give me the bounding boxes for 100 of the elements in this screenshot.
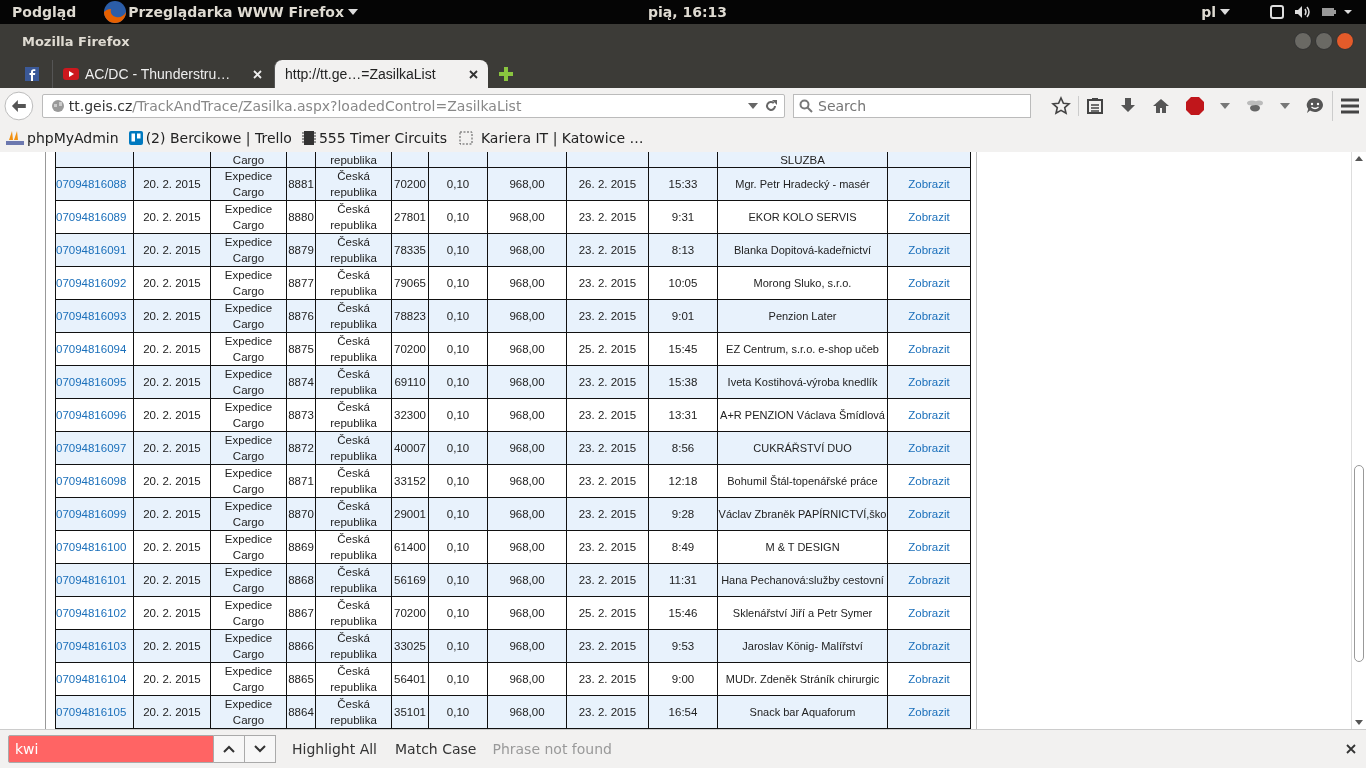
show-link[interactable]: Zobrazit (908, 508, 950, 520)
table-cell-text: Hana Pechanová:služby cestovní (720, 573, 885, 588)
table-cell: 23. 2. 2015 (578, 277, 637, 289)
find-previous-button[interactable] (214, 735, 245, 763)
table-cell: 9:31 (671, 211, 695, 223)
table-cell: 78823 (394, 310, 426, 322)
star-icon[interactable] (1051, 95, 1071, 116)
table-cell: 8:56 (671, 442, 695, 454)
battery-icon[interactable] (1322, 7, 1354, 17)
speech-smiley-icon[interactable] (1305, 95, 1325, 116)
table-cell: 70200 (394, 607, 426, 619)
reload-icon[interactable] (764, 98, 778, 113)
table-cell: 0,10 (446, 277, 470, 289)
window-indicator-icon[interactable] (1270, 5, 1284, 19)
close-button[interactable] (1336, 32, 1354, 50)
dropdown-caret-icon[interactable] (1220, 9, 1230, 15)
table-cell: 20. 2. 2015 (143, 310, 201, 322)
scrollbar[interactable] (1351, 152, 1366, 729)
table-cell: 16:54 (668, 706, 698, 718)
table-cell: 13:31 (668, 409, 698, 421)
table-cell: 23. 2. 2015 (578, 574, 637, 586)
clipboard-list-icon[interactable] (1086, 96, 1104, 115)
stop-sign-icon[interactable] (1185, 95, 1205, 116)
bookmark-item[interactable]: 555 Timer Circuits (301, 129, 447, 146)
table-cell: 0,10 (446, 640, 470, 652)
table-cell: Expedice Cargo (224, 434, 273, 462)
show-link[interactable]: Zobrazit (908, 541, 950, 553)
table-cell: 20. 2. 2015 (143, 244, 201, 256)
show-link[interactable]: Zobrazit (908, 673, 950, 685)
show-link[interactable]: Zobrazit (908, 244, 950, 256)
table-cell: 61400 (394, 541, 426, 553)
table-cell: 968,00 (509, 673, 545, 685)
show-link[interactable]: Zobrazit (908, 376, 950, 388)
table-cell: Expedice Cargo (224, 203, 273, 231)
table-cell: 0,10 (446, 508, 470, 520)
show-link[interactable]: Zobrazit (908, 211, 950, 223)
browser-tab[interactable]: http://tt.ge…=ZasilkaList (274, 60, 488, 88)
clock[interactable]: pią, 16:13 (648, 4, 728, 20)
table-cell: 0,10 (446, 376, 470, 388)
close-icon[interactable] (1346, 744, 1356, 754)
table-cell: 968,00 (509, 376, 545, 388)
table-cell: 20. 2. 2015 (143, 442, 201, 454)
dropdown-caret-icon[interactable] (348, 9, 358, 15)
browser-tab[interactable]: AC/DC - Thunderstru… (52, 60, 272, 88)
table-cell: Expedice Cargo (224, 302, 273, 330)
table-cell: 8864 (288, 706, 314, 718)
app-name-menu[interactable]: Przeglądarka WWW Firefox (128, 4, 344, 20)
match-case-toggle[interactable]: Match Case (393, 741, 479, 757)
table-cell-text: Penzion Later (767, 309, 838, 324)
table-cell: 20. 2. 2015 (143, 178, 201, 190)
show-link[interactable]: Zobrazit (908, 310, 950, 322)
show-link[interactable]: Zobrazit (908, 442, 950, 454)
bookmark-item[interactable]: (2) Bercikowe | Trello (128, 129, 292, 146)
table-cell: Expedice Cargo (224, 566, 273, 594)
new-tab-plus-icon[interactable] (498, 66, 514, 82)
table-cell: 23. 2. 2015 (578, 508, 637, 520)
show-link[interactable]: Zobrazit (908, 409, 950, 421)
address-field[interactable]: tt.geis.cz/TrackAndTrace/Zasilka.aspx?loadedControl=ZasilkaList (41, 93, 785, 118)
url-text: tt.geis.cz/TrackAndTrace/Zasilka.aspx?loadedControl=ZasilkaList (68, 97, 522, 114)
play-icon (63, 68, 79, 80)
show-link[interactable]: Zobrazit (908, 178, 950, 190)
back-button[interactable] (4, 90, 34, 121)
menu-icon[interactable] (1340, 96, 1360, 115)
download-icon[interactable] (1119, 96, 1137, 115)
show-link[interactable]: Zobrazit (908, 343, 950, 355)
scrollbar-thumb[interactable] (1354, 465, 1364, 662)
sail-icon (6, 129, 24, 146)
table-cell: 8873 (288, 409, 314, 421)
table-cell: 78335 (394, 244, 426, 256)
show-link[interactable]: Zobrazit (908, 607, 950, 619)
table-cell: 69110 (394, 376, 426, 388)
table-cell: Expedice Cargo (224, 401, 273, 429)
table-cell: 8867 (288, 607, 314, 619)
show-link[interactable]: Zobrazit (908, 277, 950, 289)
highlight-all-toggle[interactable]: Highlight All (290, 741, 379, 757)
table-cell: 29001 (394, 508, 426, 520)
show-link[interactable]: Zobrazit (908, 640, 950, 652)
bookmark-item[interactable]: Kariera IT | Katowice … (458, 129, 644, 146)
search-field[interactable]: Search (793, 93, 1031, 118)
table-cell: 968,00 (509, 343, 545, 355)
bookmark-item[interactable]: phpMyAdmin (6, 129, 119, 146)
volume-icon[interactable] (1294, 5, 1312, 19)
table-cell: 968,00 (509, 310, 545, 322)
table-cell: Česká republika (330, 665, 377, 693)
find-next-button[interactable] (245, 735, 276, 763)
find-field[interactable]: kwi (8, 735, 214, 763)
table-cell: 0,10 (446, 343, 470, 355)
table-cell-text: Sklenářství Jiří a Petr Symer (731, 606, 874, 621)
tab-close-icon[interactable] (469, 69, 478, 79)
home-icon[interactable] (1152, 96, 1170, 115)
table-cell: 968,00 (509, 277, 545, 289)
keyboard-layout[interactable]: pl (1201, 4, 1216, 20)
scroll-down-icon[interactable] (1355, 720, 1363, 725)
show-link[interactable]: Zobrazit (908, 475, 950, 487)
app-menu[interactable]: Podgląd (12, 4, 77, 20)
show-link[interactable]: Zobrazit (908, 706, 950, 718)
table-cell: 968,00 (509, 442, 545, 454)
table-cell-text: Jaroslav König- Malířství (741, 639, 864, 654)
scroll-up-icon[interactable] (1355, 156, 1363, 161)
show-link[interactable]: Zobrazit (908, 574, 950, 586)
